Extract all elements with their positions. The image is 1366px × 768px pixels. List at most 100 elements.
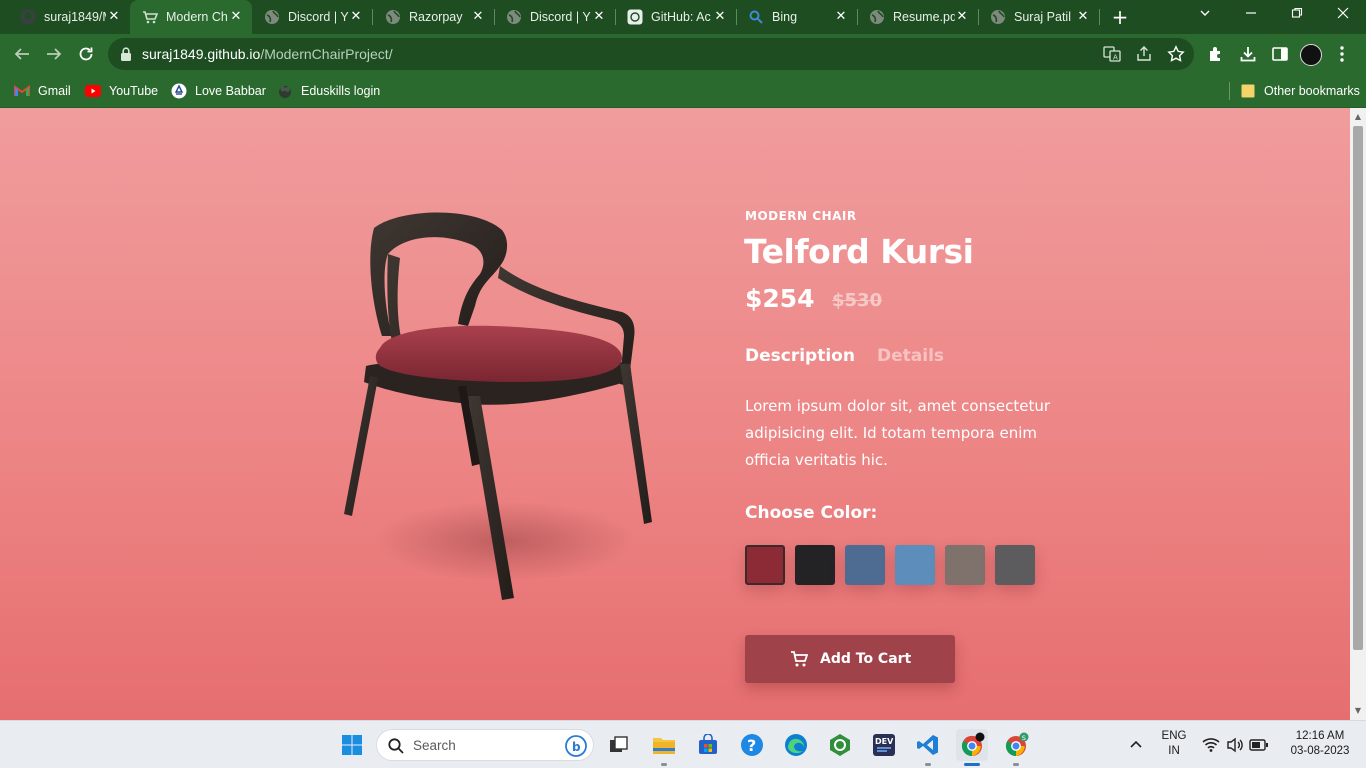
other-bookmarks[interactable]: Other bookmarks [1240,81,1360,101]
forward-arrow-icon[interactable] [42,42,66,66]
folder-icon [1240,83,1256,99]
browser-tab[interactable]: Razorpay ✕ [373,0,495,34]
browser-toolbar: suraj1849.github.io/ModernChairProject/ … [0,34,1366,74]
bookmark-love-babbar[interactable]: Love Babbar [171,81,266,101]
add-to-cart-button[interactable]: Add To Cart [745,635,955,683]
show-hidden-icons-chevron-icon[interactable] [1120,729,1152,761]
profile-avatar[interactable] [1300,44,1322,66]
volume-icon[interactable] [1222,729,1248,761]
bookmarks-bar: Gmail YouTube Love Babbar Eduskills logi… [0,74,1366,108]
task-view-icon[interactable] [602,729,634,761]
minimize-button[interactable] [1228,0,1274,30]
close-tab-icon[interactable]: ✕ [712,9,728,25]
globe-icon [506,9,522,25]
close-tab-icon[interactable]: ✕ [1075,9,1091,25]
scroll-down-icon[interactable]: ▼ [1350,704,1366,718]
browser-tab[interactable]: suraj1849/M ✕ [8,0,130,34]
chrome-profile-1-icon[interactable] [956,729,988,761]
globe-icon [385,9,401,25]
bookmark-star-icon[interactable] [1166,44,1186,64]
new-tab-button[interactable]: + [1108,5,1132,29]
search-icon [387,737,405,759]
color-swatch-grey[interactable] [995,545,1035,585]
close-tab-icon[interactable]: ✕ [954,9,970,25]
devhome-icon[interactable]: DEV [868,729,900,761]
chrome-profile-2-icon[interactable]: S [1000,729,1032,761]
color-swatch-black[interactable] [795,545,835,585]
bookmark-youtube[interactable]: YouTube [85,81,158,101]
windows-taskbar: Search b ? DEV S ENG IN 12:16 AM 03-08-2… [0,720,1366,768]
scroll-up-icon[interactable]: ▲ [1350,110,1366,124]
globe-icon [869,9,885,25]
url-text[interactable]: suraj1849.github.io/ModernChairProject/ [142,46,393,62]
close-tab-icon[interactable]: ✕ [470,9,486,25]
color-swatch-taupe[interactable] [945,545,985,585]
search-icon [748,9,764,25]
bookmark-gmail[interactable]: Gmail [14,81,71,101]
page-scrollbar[interactable]: ▲ ▼ [1350,108,1366,720]
browser-tab-active[interactable]: Modern Ch ✕ [130,0,252,34]
reload-icon[interactable] [74,42,98,66]
page-content: MODERN CHAIR Telford Kursi $254 $530 Des… [0,108,1350,720]
svg-text:b: b [572,740,581,754]
bookmark-eduskills[interactable]: Eduskills login [277,81,380,101]
chair-product-image [344,212,652,600]
color-picker-label: Choose Color: [745,503,878,523]
wifi-icon[interactable] [1198,729,1224,761]
svg-text:A: A [1113,54,1118,62]
translate-icon[interactable]: A [1102,44,1122,64]
bing-chat-icon[interactable]: b [565,735,587,761]
tab-search-chevron-icon[interactable] [1182,0,1228,30]
eduskills-logo-icon [277,83,293,99]
address-bar[interactable]: suraj1849.github.io/ModernChairProject/ … [108,38,1194,70]
product-title: Telford Kursi [744,232,974,271]
youtube-icon [85,83,101,99]
tab-description[interactable]: Description [745,346,855,366]
svg-text:?: ? [747,736,756,755]
product-original-price: $530 [832,290,883,311]
color-swatch-denim-dark[interactable] [845,545,885,585]
side-panel-icon[interactable] [1268,42,1292,66]
file-explorer-icon[interactable] [648,729,680,761]
browser-tab[interactable]: Discord | Y ✕ [252,0,373,34]
close-tab-icon[interactable]: ✕ [348,9,364,25]
close-window-button[interactable] [1320,0,1366,30]
browser-tab[interactable]: Bing ✕ [736,0,858,34]
close-tab-icon[interactable]: ✕ [833,9,849,25]
cart-icon [790,650,808,668]
love-babbar-logo-icon [171,83,187,99]
edge-browser-icon[interactable] [780,729,812,761]
scrollbar-thumb[interactable] [1353,126,1363,650]
help-icon[interactable]: ? [736,729,768,761]
color-swatch-red[interactable] [745,545,785,585]
tab-details[interactable]: Details [877,346,944,366]
browser-tab[interactable]: GitHub: Ac ✕ [615,0,737,34]
xbox-app-icon[interactable] [824,729,856,761]
taskbar-search-box[interactable]: Search b [376,729,594,761]
battery-icon[interactable] [1246,729,1272,761]
close-tab-icon[interactable]: ✕ [228,9,244,25]
globe-icon [264,9,280,25]
browser-tab[interactable]: Suraj Patil ✕ [978,0,1100,34]
microsoft-store-icon[interactable] [692,729,724,761]
close-tab-icon[interactable]: ✕ [591,9,607,25]
windows-start-icon[interactable] [336,729,368,761]
github-icon [20,9,36,25]
browser-tab[interactable]: Discord | Y ✕ [494,0,616,34]
kebab-menu-icon[interactable] [1330,42,1354,66]
back-arrow-icon[interactable] [10,42,34,66]
close-tab-icon[interactable]: ✕ [106,9,122,25]
restore-button[interactable] [1274,0,1320,30]
share-icon[interactable] [1134,44,1154,64]
extensions-puzzle-icon[interactable] [1204,42,1228,66]
product-description: Lorem ipsum dolor sit, amet consectetur … [745,397,1051,469]
gmail-icon [14,83,30,99]
color-swatch-denim-light[interactable] [895,545,935,585]
vscode-icon[interactable] [912,729,944,761]
system-clock[interactable]: 12:16 AM 03-08-2023 [1280,729,1360,759]
browser-tab-strip: suraj1849/M ✕ Modern Ch ✕ Discord | Y ✕ … [0,0,1366,34]
lock-icon[interactable] [120,46,132,66]
browser-tab[interactable]: Resume.pd ✕ [857,0,979,34]
download-icon[interactable] [1236,42,1260,66]
input-language-indicator[interactable]: ENG IN [1158,729,1190,759]
